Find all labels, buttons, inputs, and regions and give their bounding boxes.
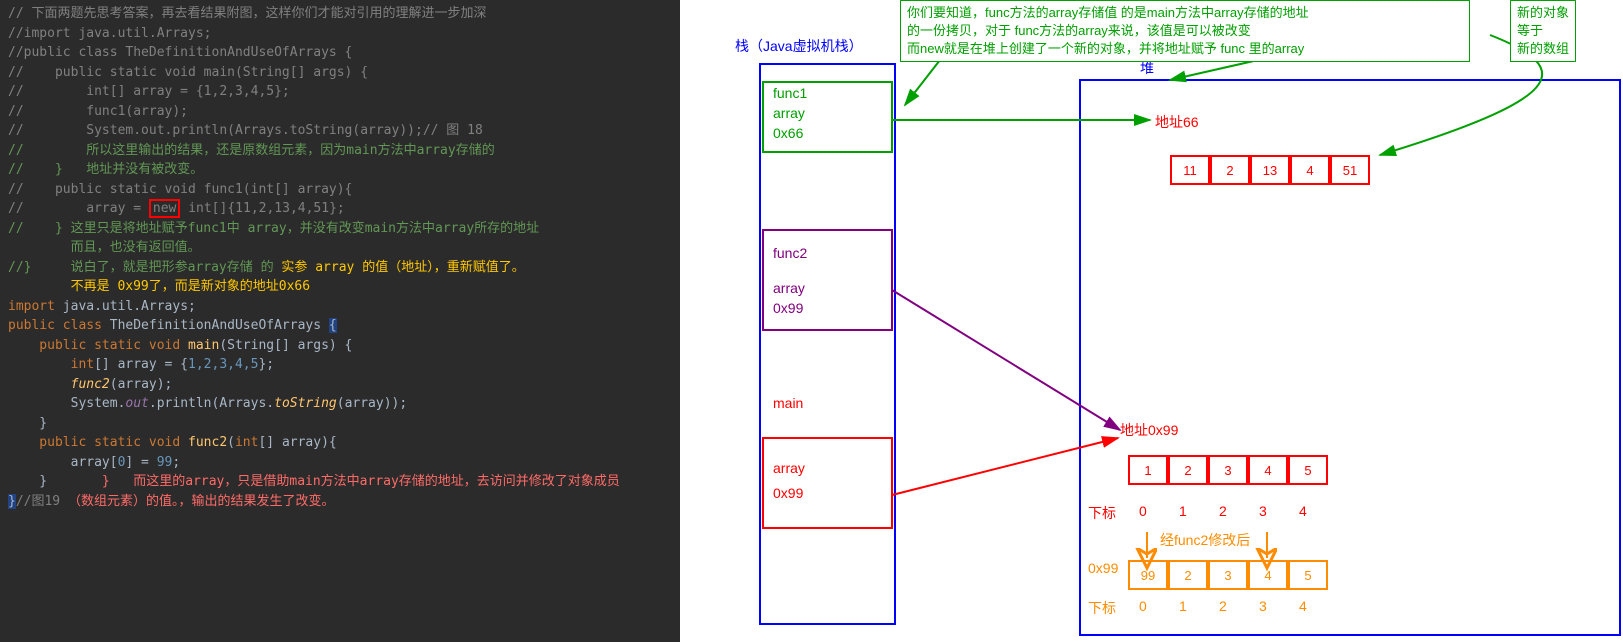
code-block: // 下面两题先思考答案，再去看结果附图，这样你们才能对引用的理解进一步加深 /… [8,4,672,511]
after-func2-label: 经func2修改后 [1160,530,1250,550]
frame-func1: func1 [773,85,807,101]
memory-diagram: 栈（Java虚拟机栈） 堆 你们要知道，func方法的array存储值 的是ma… [680,0,1623,642]
frame-func2: func2 [773,245,807,261]
heap-cell: 11 [1170,155,1210,185]
new-keyword-highlight: new [149,199,180,218]
code-editor: // 下面两题先思考答案，再去看结果附图，这样你们才能对引用的理解进一步加深 /… [0,0,680,642]
addr-66-label: 地址66 [1155,112,1199,132]
note-main: 你们要知道，func方法的array存储值 的是main方法中array存储的地… [900,0,1470,62]
diagram-svg [680,0,1623,642]
note-new-object: 新的对象 等于 新的数组 [1510,0,1576,62]
frame-main: main [773,395,803,411]
stack-title: 栈（Java虚拟机栈） [735,36,863,56]
addr-99-label: 地址0x99 [1120,420,1178,440]
